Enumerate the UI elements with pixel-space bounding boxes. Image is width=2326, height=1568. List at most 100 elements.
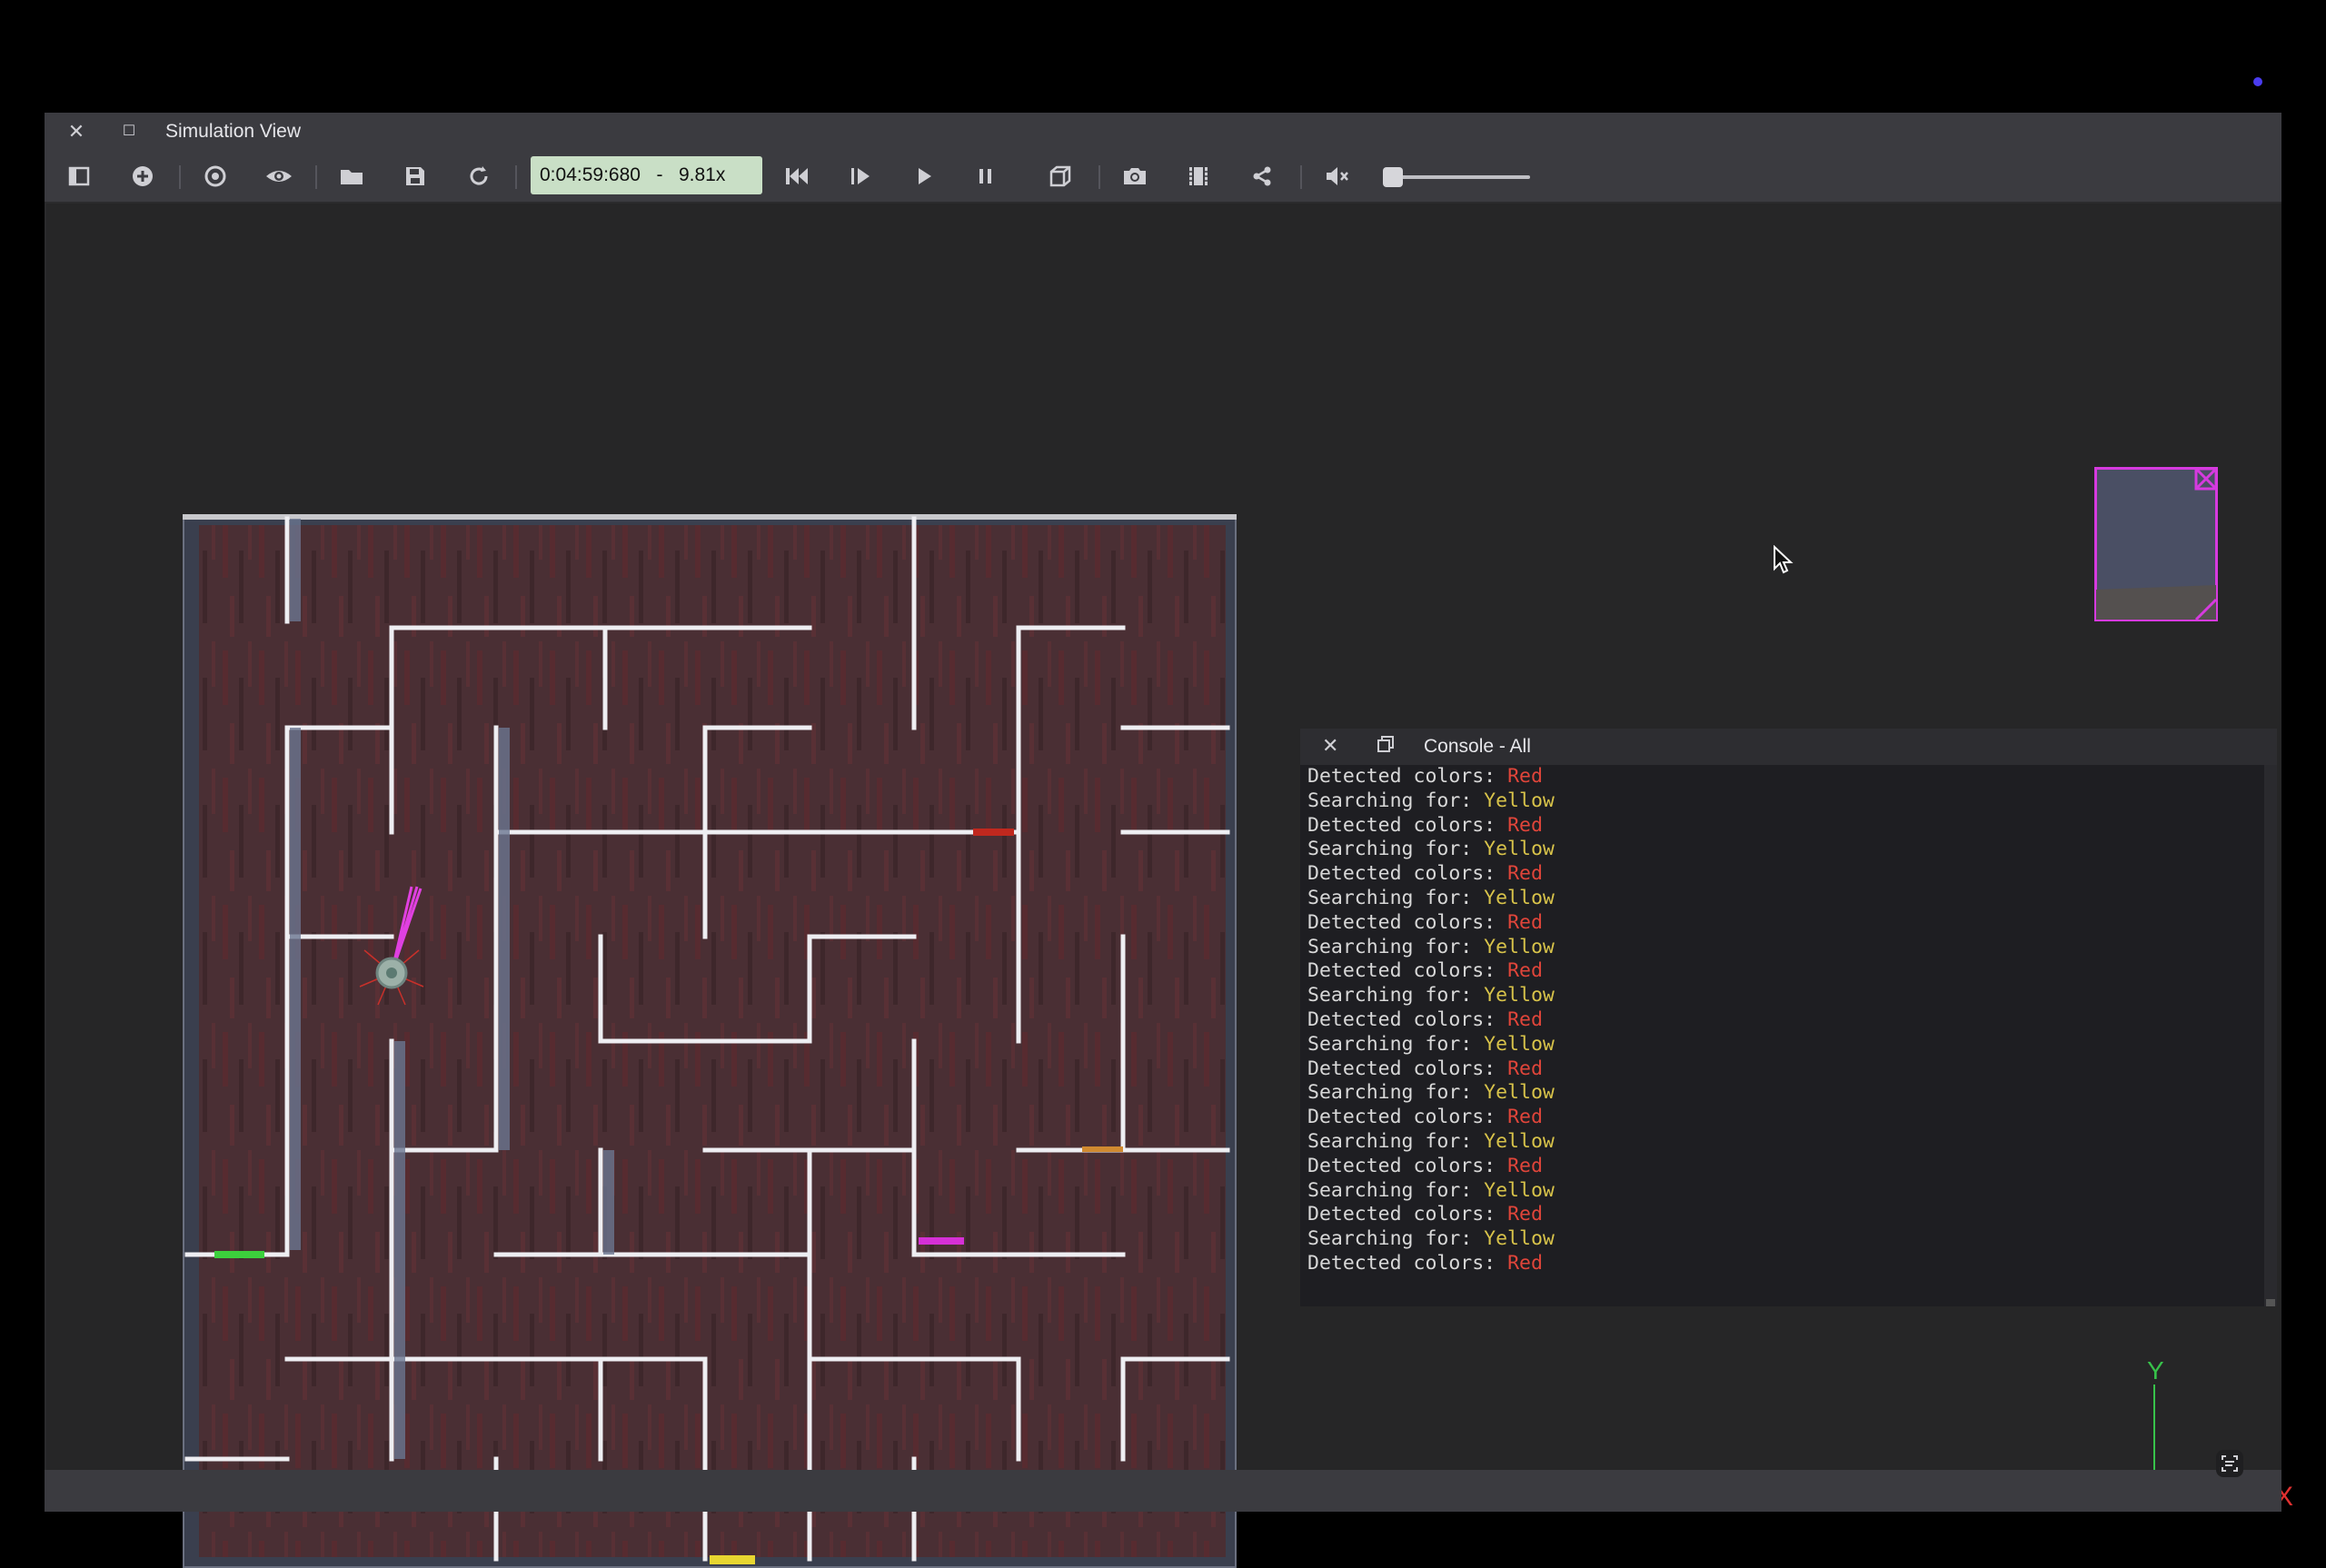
status-indicator-dot: [2253, 77, 2262, 86]
console-line-value: Red: [1507, 1203, 1543, 1226]
console-line-value: Yellow: [1484, 1129, 1555, 1153]
speed-value: 9.81x: [678, 164, 726, 185]
record-movie-icon[interactable]: [1184, 162, 1213, 191]
console-line: Searching for: Yellow: [1307, 1227, 2252, 1252]
console-line-label: Searching for:: [1307, 1129, 1485, 1153]
play-icon[interactable]: [910, 162, 939, 191]
console-line-label: Searching for:: [1307, 886, 1485, 909]
console-line-value: Red: [1507, 959, 1543, 983]
console-line: Searching for: Yellow: [1307, 887, 2252, 911]
console-line: Detected colors: Red: [1307, 1008, 2252, 1033]
title-bar: ✕ ☐ Simulation View: [45, 113, 2281, 151]
maze-arena: [183, 514, 1237, 1568]
fast-mode-icon[interactable]: [1046, 162, 1075, 191]
open-folder-icon[interactable]: [337, 162, 366, 191]
console-line-label: Detected colors:: [1307, 959, 1508, 983]
volume-slider-knob[interactable]: [1383, 167, 1403, 187]
console-line-label: Detected colors:: [1307, 813, 1508, 837]
mute-icon[interactable]: [1322, 162, 1351, 191]
save-icon[interactable]: [401, 162, 430, 191]
console-line: Searching for: Yellow: [1307, 1130, 2252, 1155]
time-value: 0:04:59:680: [540, 164, 641, 185]
console-title: Console - All: [1424, 736, 1531, 757]
console-line-label: Detected colors:: [1307, 1154, 1508, 1177]
red-marker: [973, 829, 1014, 836]
mouse-cursor-icon: [1774, 545, 1794, 574]
console-line-value: Red: [1507, 1106, 1543, 1129]
magenta-marker: [919, 1237, 964, 1245]
console-line: Detected colors: Red: [1307, 765, 2252, 789]
console-line-label: Searching for:: [1307, 1178, 1485, 1202]
console-line-value: Red: [1507, 765, 1543, 788]
simulation-time-display: 0:04:59:680 - 9.81x: [531, 156, 762, 194]
visibility-eye-icon[interactable]: [264, 162, 293, 191]
console-line: Searching for: Yellow: [1307, 1033, 2252, 1057]
console-line: Detected colors: Red: [1307, 814, 2252, 839]
console-line-value: Yellow: [1484, 1227, 1555, 1251]
console-line-label: Searching for:: [1307, 984, 1485, 1007]
orange-marker: [1082, 1146, 1123, 1152]
console-close-icon[interactable]: ✕: [1322, 734, 1338, 758]
console-line-label: Detected colors:: [1307, 1007, 1508, 1031]
volume-slider[interactable]: [1389, 175, 1530, 179]
console-undock-icon[interactable]: [1377, 735, 1395, 758]
3d-viewport[interactable]: ✕ Console - All Detected colors: Red Sear…: [46, 203, 2293, 1568]
console-line-label: Detected colors:: [1307, 1203, 1508, 1226]
time-separator: -: [656, 164, 663, 185]
console-line-value: Yellow: [1484, 789, 1555, 812]
console-line-value: Yellow: [1484, 1032, 1555, 1056]
console-line-value: Yellow: [1484, 1081, 1555, 1105]
console-header: ✕ Console - All: [1300, 729, 2277, 765]
yellow-marker: [710, 1555, 755, 1564]
step-icon[interactable]: [846, 162, 875, 191]
reset-view-icon[interactable]: [201, 162, 230, 191]
console-line-value: Red: [1507, 862, 1543, 886]
console-panel: ✕ Console - All Detected colors: Red Sear…: [1300, 729, 2277, 1306]
console-line: Searching for: Yellow: [1307, 936, 2252, 960]
console-line-value: Red: [1507, 1057, 1543, 1080]
pause-icon[interactable]: [971, 162, 1000, 191]
console-line-value: Yellow: [1484, 984, 1555, 1007]
console-line-value: Yellow: [1484, 935, 1555, 958]
console-line: Searching for: Yellow: [1307, 838, 2252, 862]
reload-icon[interactable]: [464, 162, 493, 191]
console-line-label: Searching for:: [1307, 1227, 1485, 1251]
y-axis-label: Y: [2147, 1357, 2164, 1384]
console-line-value: Red: [1507, 910, 1543, 934]
console-line-label: Detected colors:: [1307, 765, 1508, 788]
console-line: Detected colors: Red: [1307, 862, 2252, 887]
console-scrollbar[interactable]: [2264, 765, 2277, 1306]
console-line: Searching for: Yellow: [1307, 1081, 2252, 1106]
console-line-value: Yellow: [1484, 838, 1555, 861]
console-line-label: Detected colors:: [1307, 1057, 1508, 1080]
console-line: Detected colors: Red: [1307, 911, 2252, 936]
console-line: Detected colors: Red: [1307, 959, 2252, 984]
console-line-label: Detected colors:: [1307, 1251, 1508, 1275]
console-line-value: Red: [1507, 1007, 1543, 1031]
console-line-label: Detected colors:: [1307, 1106, 1508, 1129]
screenshot-icon[interactable]: [1120, 162, 1149, 191]
close-icon[interactable]: ✕: [65, 120, 88, 144]
console-line-label: Searching for:: [1307, 1081, 1485, 1105]
console-line-label: Detected colors:: [1307, 862, 1508, 886]
console-line-label: Detected colors:: [1307, 910, 1508, 934]
minimap-overlay[interactable]: [2094, 467, 2218, 621]
console-line-value: Red: [1507, 1251, 1543, 1275]
window-title: Simulation View: [165, 121, 302, 142]
add-object-icon[interactable]: [128, 162, 157, 191]
console-line-label: Searching for:: [1307, 838, 1485, 861]
simulation-window: ✕ ☐ Simulation View 0:04:59:680 - 9.81x …: [45, 113, 2293, 1568]
status-bar: [45, 1450, 2281, 1512]
console-line-label: Searching for:: [1307, 1032, 1485, 1056]
console-line: Detected colors: Red: [1307, 1203, 2252, 1227]
console-line-value: Red: [1507, 1154, 1543, 1177]
share-icon[interactable]: [1247, 162, 1277, 191]
scan-icon[interactable]: [2216, 1450, 2243, 1477]
sidebar-toggle-icon[interactable]: [65, 162, 94, 191]
console-line-label: Searching for:: [1307, 935, 1485, 958]
console-line: Detected colors: Red: [1307, 1155, 2252, 1179]
maximize-icon[interactable]: ☐: [117, 120, 141, 144]
console-line: Detected colors: Red: [1307, 1252, 2252, 1276]
console-line: Searching for: Yellow: [1307, 1179, 2252, 1204]
skip-back-icon[interactable]: [782, 162, 811, 191]
